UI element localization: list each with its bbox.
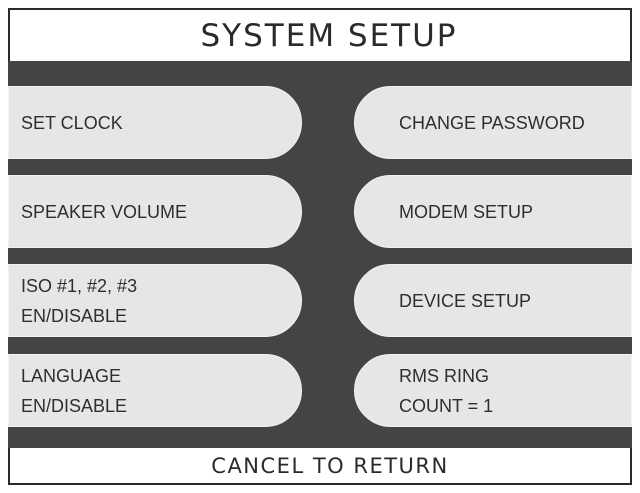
button-label-line-1: RMS RING bbox=[399, 365, 489, 386]
modem-setup-button[interactable]: MODEM SETUP bbox=[354, 175, 632, 248]
button-label: MODEM SETUP bbox=[399, 201, 534, 222]
set-clock-button[interactable]: SET CLOCK bbox=[8, 86, 302, 159]
button-label: DEVICE SETUP bbox=[399, 290, 532, 311]
footer: CANCEL TO RETURN bbox=[8, 448, 632, 485]
rms-ring-count-button[interactable]: RMS RING COUNT = 1 bbox=[354, 354, 632, 427]
device-setup-button[interactable]: DEVICE SETUP bbox=[354, 264, 632, 337]
system-setup-screen: SYSTEM SETUP SET CLOCK SPEAKER VOLUME IS… bbox=[0, 0, 640, 493]
button-label-line-1: LANGUAGE bbox=[21, 365, 122, 386]
change-password-button[interactable]: CHANGE PASSWORD bbox=[354, 86, 632, 159]
menu-panel: SET CLOCK SPEAKER VOLUME ISO #1, #2, #3 … bbox=[8, 61, 632, 448]
speaker-volume-button[interactable]: SPEAKER VOLUME bbox=[8, 175, 302, 248]
language-enable-disable-button[interactable]: LANGUAGE EN/DISABLE bbox=[8, 354, 302, 427]
page-title: SYSTEM SETUP bbox=[200, 17, 458, 54]
button-label: SPEAKER VOLUME bbox=[21, 201, 188, 222]
cancel-to-return-label: CANCEL TO RETURN bbox=[211, 453, 449, 478]
button-label-line-2: EN/DISABLE bbox=[21, 305, 128, 326]
header: SYSTEM SETUP bbox=[8, 8, 632, 61]
button-label-line-2: COUNT = 1 bbox=[399, 395, 494, 416]
iso-enable-disable-button[interactable]: ISO #1, #2, #3 EN/DISABLE bbox=[8, 264, 302, 337]
button-label: SET CLOCK bbox=[21, 112, 123, 133]
button-label: CHANGE PASSWORD bbox=[399, 112, 585, 133]
button-label-line-2: EN/DISABLE bbox=[21, 395, 128, 416]
button-label-line-1: ISO #1, #2, #3 bbox=[21, 275, 138, 296]
